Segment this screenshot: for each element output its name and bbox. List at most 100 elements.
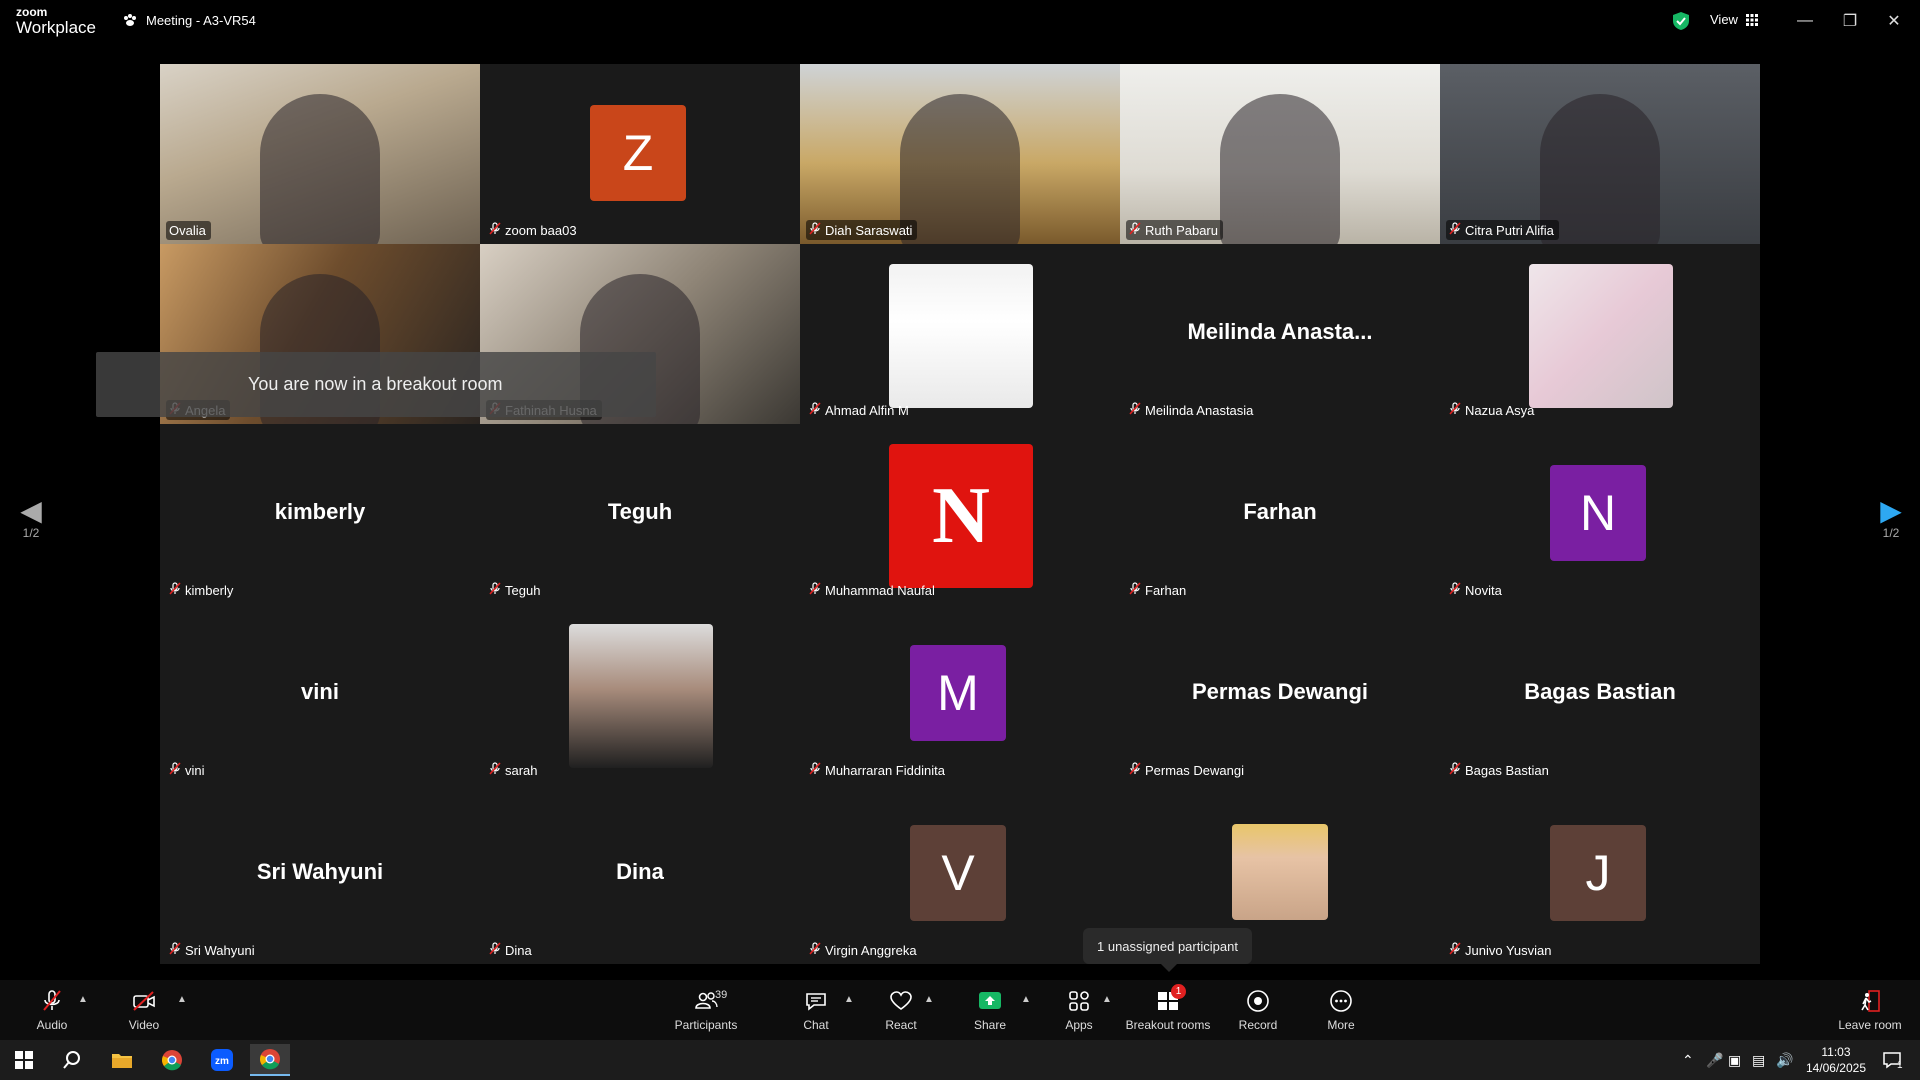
participants-count: 39 [715,989,728,1001]
participant-tile[interactable]: Sri Wahyuni Sri Wahyuni [160,784,480,964]
minimize-icon[interactable]: — [1793,10,1817,32]
participants-label: Participants [674,1018,738,1032]
more-label: More [1327,1018,1355,1032]
record-button[interactable]: Record [1213,988,1303,1032]
camera-tray-icon[interactable]: ▣ [1728,1052,1741,1069]
close-icon[interactable]: ✕ [1882,10,1906,32]
unassigned-tooltip: 1 unassigned participant [1083,928,1252,972]
participant-name-label: kimberly [166,580,238,600]
audio-options-caret[interactable]: ▲ [78,994,88,1005]
participants-button[interactable]: 39 Participants [661,988,751,1032]
participant-tile[interactable]: Meilinda Anasta... Meilinda Anastasia [1120,244,1440,424]
participant-tile[interactable]: Teguh Teguh [480,424,800,604]
file-explorer-icon[interactable] [102,1044,142,1076]
participant-tile[interactable]: Ovalia [160,64,480,244]
participant-name: Citra Putri Alifia [1465,222,1554,238]
participant-display-name: kimberly [274,499,366,524]
participant-tile[interactable]: N Muhammad Naufal [800,424,1120,604]
video-gallery: Ovalia Zzoom baa03 Diah Saraswati Ruth Paba… [160,64,1760,964]
network-icon[interactable]: ▤ [1752,1052,1765,1069]
participant-tile[interactable]: J Junivo Yusvian [1440,784,1760,964]
mic-muted-icon [489,582,501,598]
participant-tile[interactable]: sarah [480,604,800,784]
title-bar: zoom Workplace Meeting - A3-VR54 View — … [0,0,1920,44]
mic-muted-icon [809,582,821,598]
participant-tile[interactable]: V Virgin Anggreka [800,784,1120,964]
mic-muted-icon [1449,762,1461,778]
grid-icon [1745,13,1758,26]
participant-name: Novita [1465,582,1502,598]
leave-room-icon [1861,990,1880,1012]
chat-options-caret[interactable]: ▲ [844,994,854,1005]
brand-line2: Workplace [16,18,96,37]
participant-name: zoom baa03 [505,222,577,238]
video-options-caret[interactable]: ▲ [177,994,187,1005]
mic-muted-icon [1129,762,1141,778]
more-button[interactable]: More [1296,988,1386,1032]
tray-expand-icon[interactable]: ⌃ [1682,1052,1694,1069]
participant-name-label: Nazua Asya [1446,400,1539,420]
participant-silhouette [260,94,380,244]
view-button[interactable]: View [1710,12,1758,27]
participant-tile[interactable]: Nazua Asya [1440,244,1760,424]
participant-name: Bagas Bastian [1465,762,1549,778]
participant-video [1120,64,1440,244]
participant-tile[interactable]: Bagas Bastian Bagas Bastian [1440,604,1760,784]
meeting-title: Meeting - A3-VR54 [146,12,256,28]
microphone-tray-icon[interactable]: 🎤 [1706,1052,1723,1069]
chat-label: Chat [803,1018,829,1032]
mic-muted-icon [809,222,821,238]
mic-muted-icon [1129,582,1141,598]
mic-muted-icon [1449,582,1461,598]
mic-muted-icon [169,582,181,598]
volume-icon[interactable]: 🔊 [1776,1052,1793,1069]
participant-tile[interactable]: Zzoom baa03 [480,64,800,244]
participant-tile[interactable]: Farhan Farhan [1120,424,1440,604]
participant-name-label: Ovalia [166,221,211,240]
participant-tile[interactable]: Citra Putri Alifia [1440,64,1760,244]
participant-tile[interactable]: Ahmad Alfin M [800,244,1120,424]
react-options-caret[interactable]: ▲ [924,994,934,1005]
apps-icon [1069,991,1089,1011]
view-label: View [1710,12,1738,27]
participant-tile[interactable]: N Novita [1440,424,1760,604]
participant-name: Meilinda Anastasia [1145,402,1254,418]
share-options-caret[interactable]: ▲ [1021,994,1031,1005]
participant-avatar: N [889,444,1033,588]
participant-name-label: sarah [486,760,543,780]
meeting-info[interactable]: Meeting - A3-VR54 [122,12,256,28]
zoom-app-icon[interactable]: zm [202,1044,242,1076]
participant-tile[interactable]: vini vini [160,604,480,784]
participant-name-label: Junivo Yusvian [1446,940,1557,960]
participant-tile[interactable]: Dina Dina [480,784,800,964]
apps-options-caret[interactable]: ▲ [1102,994,1112,1005]
windows-start-icon[interactable] [4,1044,44,1076]
participant-name: kimberly [185,582,234,598]
participant-tile[interactable]: Permas Dewangi Permas Dewangi [1120,604,1440,784]
video-button[interactable]: Video [99,988,189,1032]
notification-center-icon[interactable]: 1 [1872,1044,1912,1076]
participant-tile[interactable]: Ruth Pabaru [1120,64,1440,244]
breakout-rooms-button[interactable]: 1 Breakout rooms [1123,984,1213,1032]
clock-time: 11:03 [1821,1045,1851,1059]
participant-name-label: Muhammad Naufal [806,580,940,600]
participant-name: Junivo Yusvian [1465,942,1552,958]
leave-room-button[interactable]: Leave room [1825,988,1915,1032]
system-clock[interactable]: 11:03 14/06/2025 [1806,1044,1866,1076]
participant-name: sarah [505,762,538,778]
prev-page-button[interactable]: ◀ 1/2 [16,496,46,541]
participant-tile[interactable]: Diah Saraswati [800,64,1120,244]
participant-name: Sri Wahyuni [185,942,255,958]
participant-name-label: Ahmad Alfin M [806,400,914,420]
search-icon[interactable] [52,1044,92,1076]
security-shield-icon[interactable] [1672,11,1690,31]
restore-icon[interactable]: ❐ [1838,10,1862,32]
brand-line1: zoom [16,5,48,19]
chrome-icon[interactable] [152,1044,192,1076]
participant-name: Ruth Pabaru [1145,222,1218,238]
next-page-button[interactable]: ▶ 1/2 [1876,496,1906,541]
participant-tile[interactable]: M Muharraran Fiddinita [800,604,1120,784]
chrome-active-icon[interactable] [250,1044,290,1076]
svg-text:zm: zm [215,1056,229,1067]
participant-tile[interactable]: kimberly kimberly [160,424,480,604]
